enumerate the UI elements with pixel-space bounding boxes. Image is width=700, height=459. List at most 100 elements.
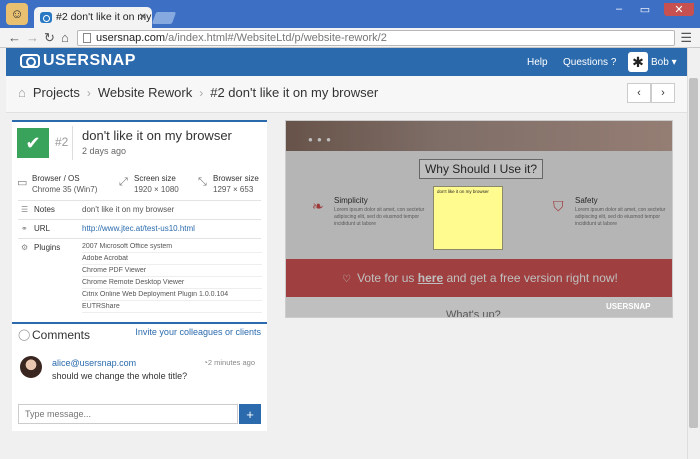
usersnap-logo[interactable]: USERSNAP <box>20 52 136 70</box>
previous-ticket-button[interactable]: ‹ <box>627 83 651 103</box>
heart-icon: ♡ <box>342 274 352 285</box>
help-link[interactable]: Help <box>527 57 548 68</box>
avatar <box>20 356 42 378</box>
message-input[interactable] <box>18 404 238 424</box>
preview-hero: ● ● ● <box>286 121 672 151</box>
ticket-title: don't like it on my browser <box>82 128 232 143</box>
page-icon <box>83 33 91 43</box>
preview-col-text: Lorem ipsum dolor sit amet, con sectetur… <box>334 207 425 227</box>
divider <box>18 200 261 201</box>
browser-size-info: ⤡ Browser size 1297 × 653 <box>198 174 259 194</box>
divider <box>18 238 261 239</box>
divider <box>18 219 261 220</box>
leaf-icon: ❧ <box>312 198 324 214</box>
screen-size-value: 1920 × 1080 <box>134 185 179 194</box>
user-menu[interactable]: Bob ▾ <box>651 57 677 68</box>
link-icon: ⚭ <box>21 224 28 233</box>
expand-icon: ⤡ <box>198 176 207 188</box>
url-host: usersnap.com <box>96 32 166 44</box>
chevron-right-icon: › <box>86 85 91 100</box>
comments-title: Comments <box>32 328 91 342</box>
sticky-note[interactable]: don't like it on my browser <box>433 186 503 250</box>
plugin-item: 2007 Microsoft Office system <box>82 243 262 253</box>
notes-label: Notes <box>34 205 55 214</box>
breadcrumb-bar: ⌂ Projects › Website Rework › #2 don't l… <box>6 76 687 113</box>
user-avatar[interactable]: ✱ <box>628 52 648 72</box>
plugin-item: EUTRShare <box>82 303 262 313</box>
browser-os-info: ▭ Browser / OS Chrome 35 (Win7) <box>17 174 97 194</box>
monitor-icon: ▭ <box>17 177 28 189</box>
tab-title: #2 don't like it on my brow <box>56 11 152 23</box>
preview-heading: Why Should I Use it? <box>419 159 543 179</box>
browser-menu-icon[interactable]: ☰ <box>680 30 692 46</box>
divider <box>72 126 73 160</box>
app-header: USERSNAP Help Questions ? ✱ Bob ▾ <box>6 48 687 76</box>
close-window-icon[interactable]: ✕ <box>664 3 694 16</box>
scrollbar-thumb[interactable] <box>689 78 698 428</box>
banner-link: here <box>417 271 444 285</box>
questions-label: Questions <box>563 57 609 68</box>
preview-banner: ♡ Vote for us here and get a free version… <box>286 259 672 297</box>
usersnap-watermark: USERSNAP <box>606 302 651 311</box>
url-link[interactable]: http://www.jtec.at/test-us10.html <box>82 224 195 233</box>
browser-toolbar: ← → ↻ ⌂ usersnap.com/a/index.html#/Websi… <box>0 28 700 48</box>
comment-author[interactable]: alice@usersnap.com <box>52 358 136 368</box>
caret-down-icon: ▾ <box>671 57 677 68</box>
invite-link[interactable]: Invite your colleagues or clients <box>135 327 261 337</box>
comment-text: should we change the whole title? <box>52 371 188 381</box>
banner-post: and get a free version right now! <box>443 271 618 285</box>
new-tab-button[interactable] <box>151 12 177 24</box>
screenshot-preview[interactable]: ● ● ● Why Should I Use it? ❧ Simplicity … <box>285 120 673 318</box>
breadcrumb-project[interactable]: Website Rework <box>98 85 192 100</box>
comment-time: ◔2 minutes ago <box>203 358 255 367</box>
user-name: Bob <box>651 57 669 68</box>
status-check-icon[interactable]: ✔ <box>17 128 49 158</box>
questions-link[interactable]: Questions ? <box>563 57 616 68</box>
browser-size-value: 1297 × 653 <box>213 185 254 194</box>
screen-size-label: Screen size <box>134 174 176 183</box>
plugin-item: Chrome Remote Desktop Viewer <box>82 279 262 289</box>
browser-profile-icon[interactable]: ☺ <box>6 3 28 25</box>
preview-col-title: Simplicity <box>334 196 368 205</box>
question-circle-icon: ? <box>610 57 617 68</box>
send-message-button[interactable]: + <box>239 404 261 424</box>
usersnap-favicon-icon <box>40 12 52 23</box>
back-arrow-icon[interactable]: ← <box>8 29 21 47</box>
minimize-icon[interactable]: – <box>612 3 626 16</box>
preview-col-safety: ⛉ Safety Lorem ipsum dolor sit amet, con… <box>553 196 670 228</box>
ticket-number: #2 <box>55 135 69 149</box>
notes-icon: ☰ <box>21 205 29 214</box>
tab-close-icon[interactable]: ✕ <box>139 7 147 28</box>
comments-header: ◯ Comments Invite your colleagues or cli… <box>12 322 267 342</box>
plugins-label: Plugins <box>34 243 61 252</box>
forward-arrow-icon[interactable]: → <box>26 29 39 47</box>
logo-text: USERSNAP <box>43 52 136 69</box>
plugin-item: Chrome PDF Viewer <box>82 267 262 277</box>
ticket-age: 2 days ago <box>82 146 127 156</box>
home-icon[interactable]: ⌂ <box>61 29 69 47</box>
preview-col-title: Safety <box>575 196 598 205</box>
home-icon[interactable]: ⌂ <box>18 85 26 100</box>
browser-titlebar: ☺ #2 don't like it on my brow ✕ – ▭ ✕ <box>0 0 700 28</box>
screen-size-info: ⤢ Screen size 1920 × 1080 <box>119 174 179 194</box>
plugin-icon: ⚙ <box>21 243 29 252</box>
breadcrumb-projects[interactable]: Projects <box>33 85 80 100</box>
shield-icon: ⛉ <box>553 198 564 214</box>
address-bar[interactable]: usersnap.com/a/index.html#/WebsiteLtd/p/… <box>77 30 675 46</box>
url-path: /a/index.html#/WebsiteLtd/p/website-rewo… <box>165 32 387 44</box>
maximize-icon[interactable]: ▭ <box>638 3 652 16</box>
url-label: URL <box>34 224 51 233</box>
resize-icon: ⤢ <box>119 176 128 188</box>
notes-value: don't like it on my browser <box>82 205 175 214</box>
breadcrumb: ⌂ Projects › Website Rework › #2 don't l… <box>18 85 378 100</box>
preview-col-text: Lorem ipsum dolor sit amet, con sectetur… <box>575 207 666 227</box>
camera-logo-icon <box>20 54 40 68</box>
plugin-item: Adobe Acrobat <box>82 255 262 265</box>
browser-tab[interactable]: #2 don't like it on my brow ✕ <box>34 7 152 28</box>
reload-icon[interactable]: ↻ <box>44 29 55 47</box>
comment-time-text: 2 minutes ago <box>207 358 255 367</box>
comment-icon: ◯ <box>18 329 31 341</box>
next-ticket-button[interactable]: › <box>651 83 675 103</box>
browser-os-label: Browser / OS <box>32 174 80 183</box>
browser-size-label: Browser size <box>213 174 259 183</box>
